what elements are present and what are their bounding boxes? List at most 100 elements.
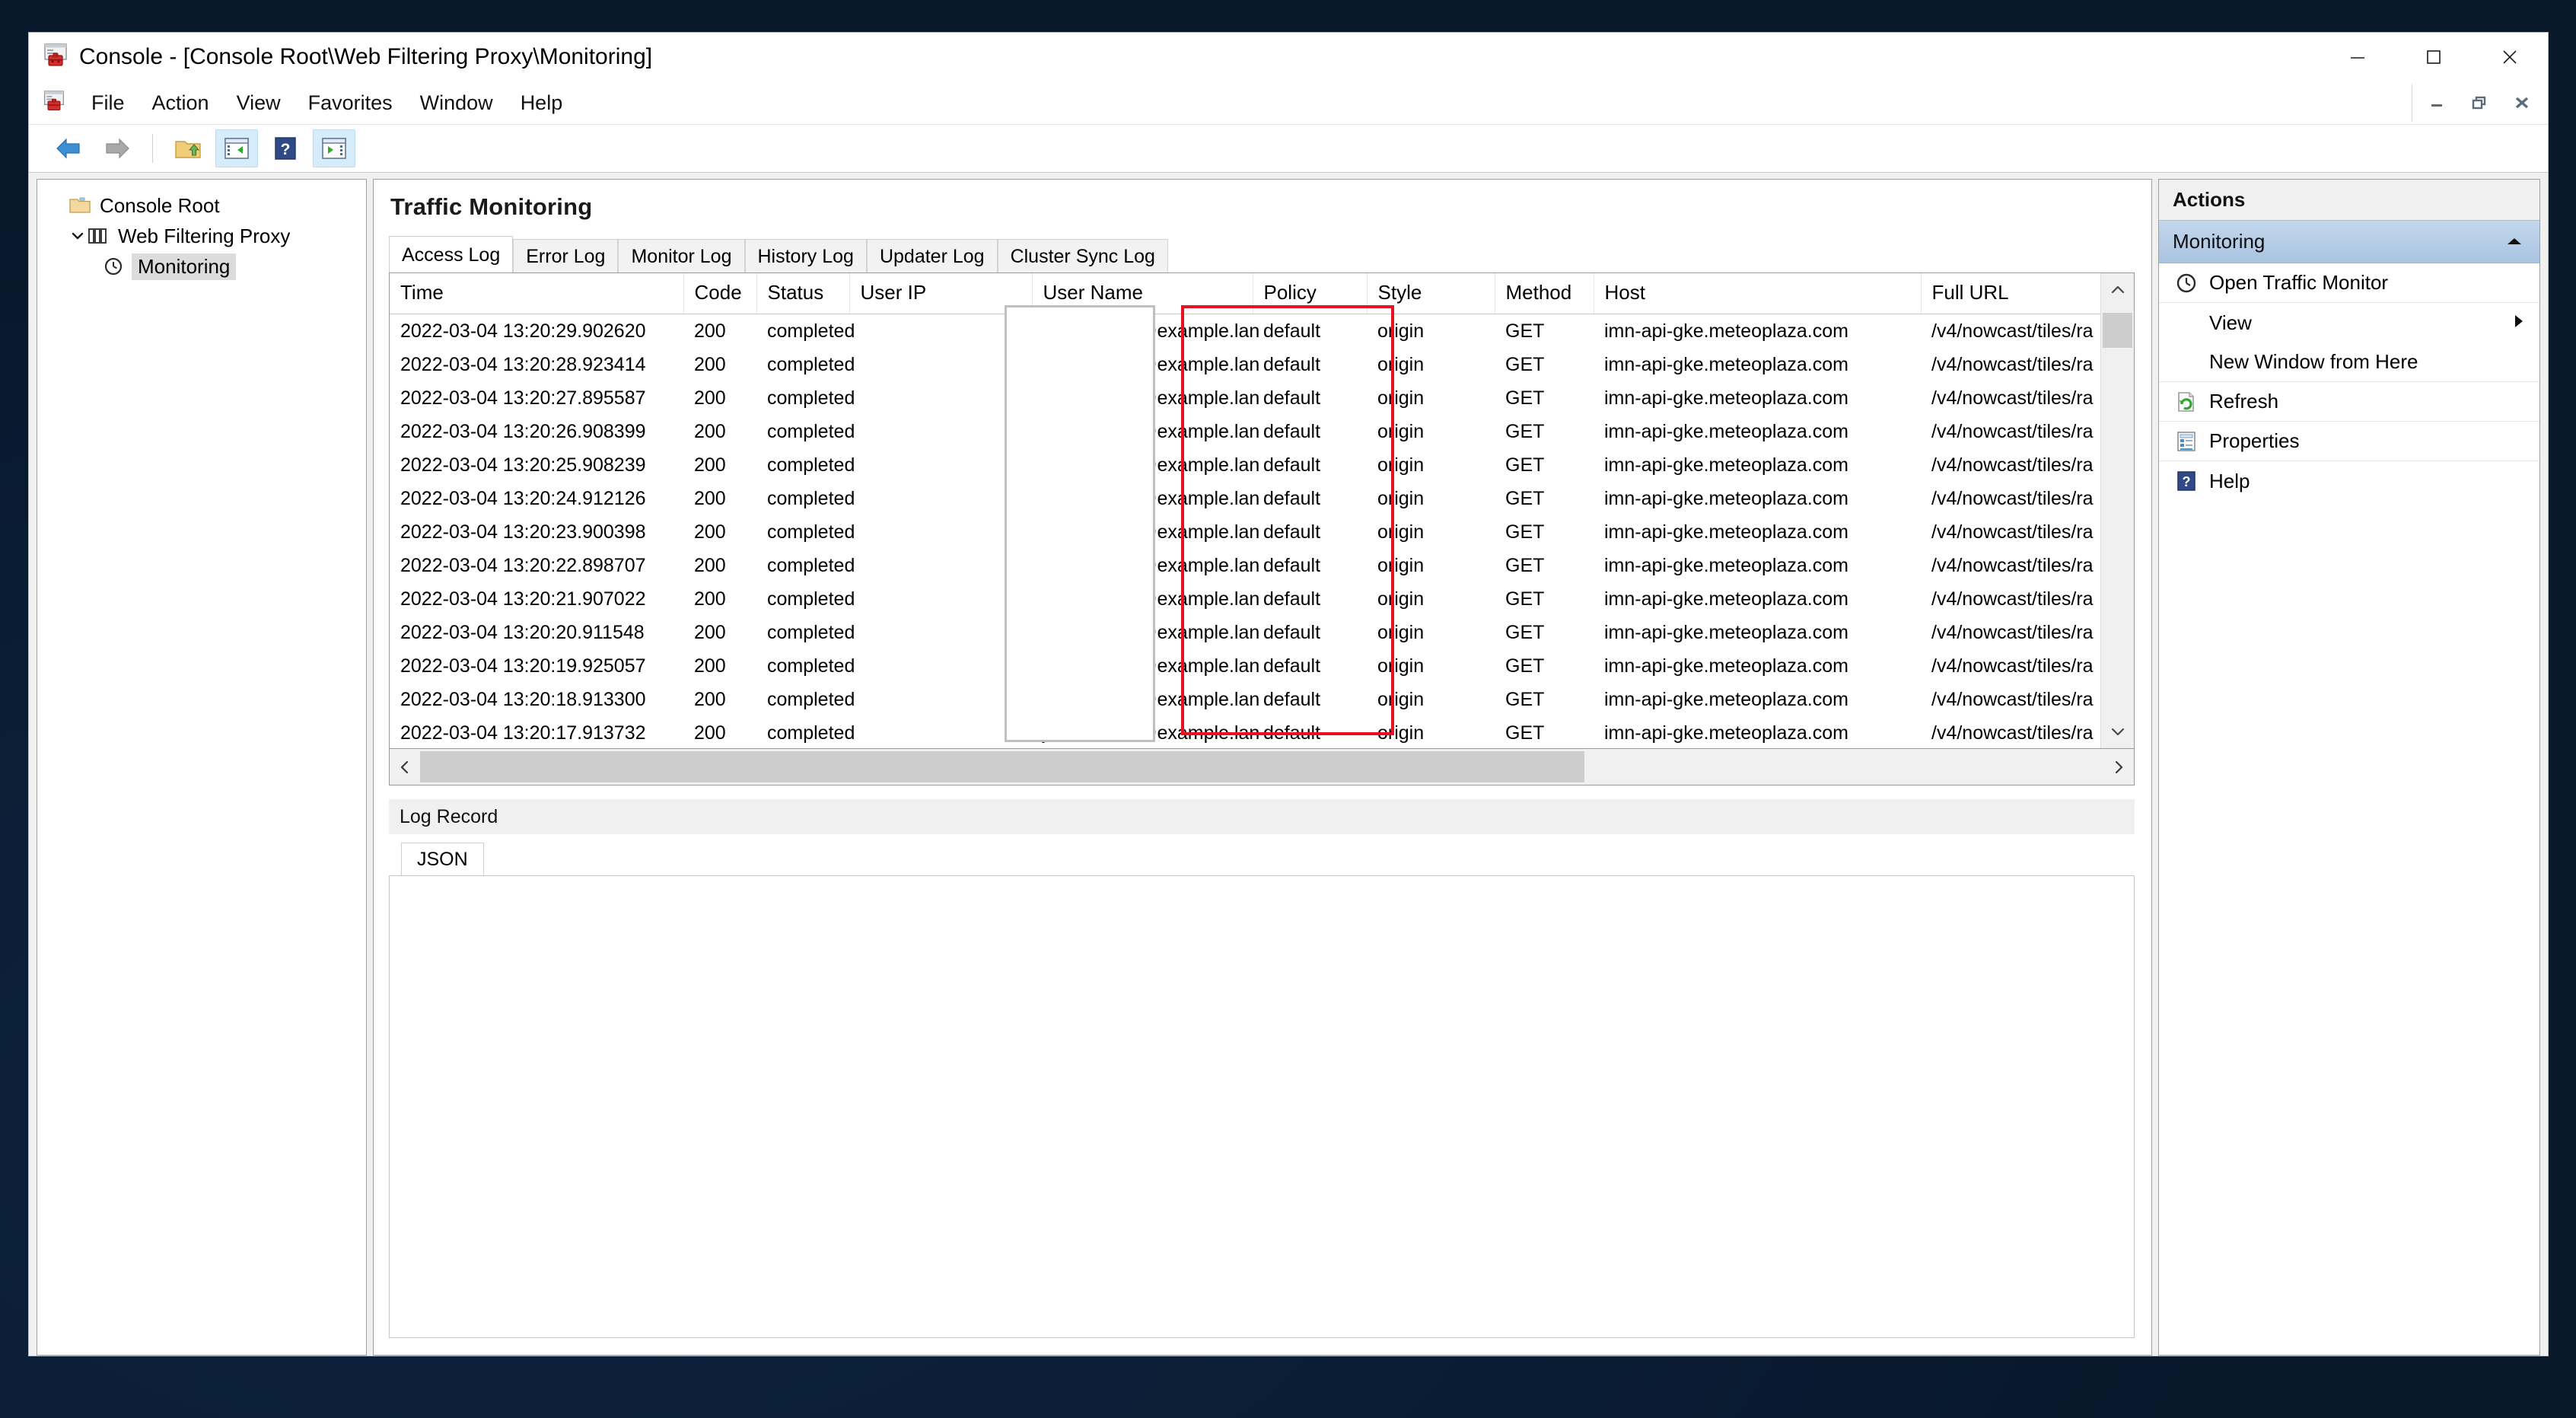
action-label: Help [2209,469,2250,492]
table-row[interactable]: 2022-03-04 13:20:20.911548 200 completed jo… [390,616,2134,649]
minimize-button[interactable] [2320,33,2396,81]
refresh-icon [2170,390,2203,413]
menu-item-file[interactable]: File [78,87,139,119]
column-header-status[interactable]: Status [756,273,850,314]
table-row[interactable]: 2022-03-04 13:20:23.900398 200 completed jo… [390,515,2134,549]
column-header-method[interactable]: Method [1495,273,1594,314]
column-header-host[interactable]: Host [1594,273,1922,314]
actions-splitter[interactable] [2152,179,2158,1356]
tab-updater-log[interactable]: Updater Log [866,238,998,272]
cell-method: GET [1505,655,1545,677]
cell-user: john.rambo@example.lan [1043,722,1260,744]
cell-code: 200 [694,554,726,576]
column-header-style[interactable]: Style [1367,273,1495,314]
cell-host: imn-api-gke.meteoplaza.com [1604,655,1848,677]
column-header-time[interactable]: Time [390,273,684,314]
show-hide-console-tree-button[interactable] [215,129,258,167]
cell-userip [849,348,1032,381]
horizontal-scroll-thumb[interactable] [420,751,1584,782]
cell-host: imn-api-gke.meteoplaza.com [1604,588,1848,610]
console-icon [43,43,68,72]
cell-userip [849,649,1032,683]
cell-status: completed [767,722,855,744]
tab-access-log[interactable]: Access Log [389,235,514,272]
cell-method: GET [1505,353,1545,375]
column-header-user-name[interactable]: User Name [1032,273,1253,314]
tree-item-web-filtering-proxy[interactable]: Web Filtering Proxy [37,221,366,251]
log-record-header: Log Record [389,799,2135,834]
tree-item-label: Monitoring [132,253,237,280]
cell-time: 2022-03-04 13:20:18.913300 [400,688,646,710]
cell-method: GET [1505,688,1545,710]
table-row[interactable]: 2022-03-04 13:20:26.908399 200 completed jo… [390,415,2134,448]
cell-status: completed [767,320,855,342]
tab-cluster-sync-log[interactable]: Cluster Sync Log [997,238,1168,272]
table-row[interactable]: 2022-03-04 13:20:19.925057 200 completed jo… [390,649,2134,683]
actions-group-label: Monitoring [2173,230,2266,253]
menu-item-help[interactable]: Help [507,87,577,119]
vertical-scroll-thumb[interactable] [2103,313,2132,348]
cell-style: origin [1377,621,1425,643]
tab-monitor-log[interactable]: Monitor Log [618,238,745,272]
toolbar: ? [29,125,2548,173]
table-horizontal-scrollbar[interactable] [389,749,2135,785]
table-row[interactable]: 2022-03-04 13:20:22.898707 200 completed jo… [390,549,2134,582]
back-button[interactable] [47,129,90,167]
menu-item-window[interactable]: Window [406,87,507,119]
menu-item-favorites[interactable]: Favorites [295,87,406,119]
table-vertical-scrollbar[interactable] [2100,273,2134,748]
scroll-down-button[interactable] [2101,715,2134,748]
up-one-level-button[interactable] [167,129,209,167]
table-row[interactable]: 2022-03-04 13:20:29.902620 200 completed jo… [390,314,2134,349]
chevron-up-icon[interactable] [2504,230,2524,253]
menu-item-action[interactable]: Action [139,87,223,119]
cell-style: origin [1377,588,1425,610]
column-header-code[interactable]: Code [683,273,757,314]
mdi-close-button[interactable] [2501,85,2543,120]
scroll-right-button[interactable] [2103,749,2134,785]
table-row[interactable]: 2022-03-04 13:20:17.913732 200 completed jo… [390,716,2134,748]
action-view[interactable]: View [2159,303,2539,343]
column-header-policy[interactable]: Policy [1253,273,1368,314]
tree-item-console-root[interactable]: Console Root [37,190,366,221]
table-row[interactable]: 2022-03-04 13:20:18.913300 200 completed jo… [390,683,2134,716]
help-button[interactable]: ? [264,129,307,167]
tab-json[interactable]: JSON [401,843,484,875]
table-row[interactable]: 2022-03-04 13:20:25.908239 200 completed jo… [390,448,2134,482]
action-properties[interactable]: Properties [2159,422,2539,461]
close-button[interactable] [2472,33,2548,81]
table-row[interactable]: 2022-03-04 13:20:24.912126 200 completed jo… [390,482,2134,515]
chevron-down-icon[interactable] [68,228,88,244]
column-header-user-ip[interactable]: User IP [849,273,1033,314]
action-new-window-from-here[interactable]: New Window from Here [2159,343,2539,382]
maximize-button[interactable] [2396,33,2472,81]
forward-button[interactable] [96,129,139,167]
page-title: Traffic Monitoring [390,193,593,220]
table-row[interactable]: 2022-03-04 13:20:21.907022 200 completed jo… [390,582,2134,616]
tree-splitter[interactable] [367,179,373,1356]
mdi-restore-button[interactable] [2458,85,2501,120]
actions-group-monitoring[interactable]: Monitoring [2159,221,2539,263]
menu-item-view[interactable]: View [223,87,295,119]
cell-user: john.rambo@example.lan [1043,688,1260,710]
mdi-minimize-button[interactable] [2415,85,2458,120]
scroll-up-button[interactable] [2101,273,2134,307]
tab-history-log[interactable]: History Log [744,238,867,272]
scroll-left-button[interactable] [390,749,420,785]
cell-status: completed [767,487,855,509]
action-open-traffic-monitor[interactable]: Open Traffic Monitor [2159,263,2539,303]
tree-item-monitoring[interactable]: Monitoring [37,251,366,282]
action-refresh[interactable]: Refresh [2159,382,2539,422]
table-row[interactable]: 2022-03-04 13:20:28.923414 200 completed jo… [390,348,2134,381]
cell-method: GET [1505,420,1545,442]
cell-style: origin [1377,722,1425,744]
table-row[interactable]: 2022-03-04 13:20:27.895587 200 completed jo… [390,381,2134,415]
folder-icon [69,196,91,215]
show-hide-action-pane-button[interactable] [313,129,355,167]
action-help[interactable]: ? Help [2159,461,2539,501]
cell-code: 200 [694,722,726,744]
action-label: Open Traffic Monitor [2209,271,2389,294]
cell-policy: default [1263,722,1321,744]
tab-error-log[interactable]: Error Log [513,238,619,272]
cell-host: imn-api-gke.meteoplaza.com [1604,353,1848,375]
